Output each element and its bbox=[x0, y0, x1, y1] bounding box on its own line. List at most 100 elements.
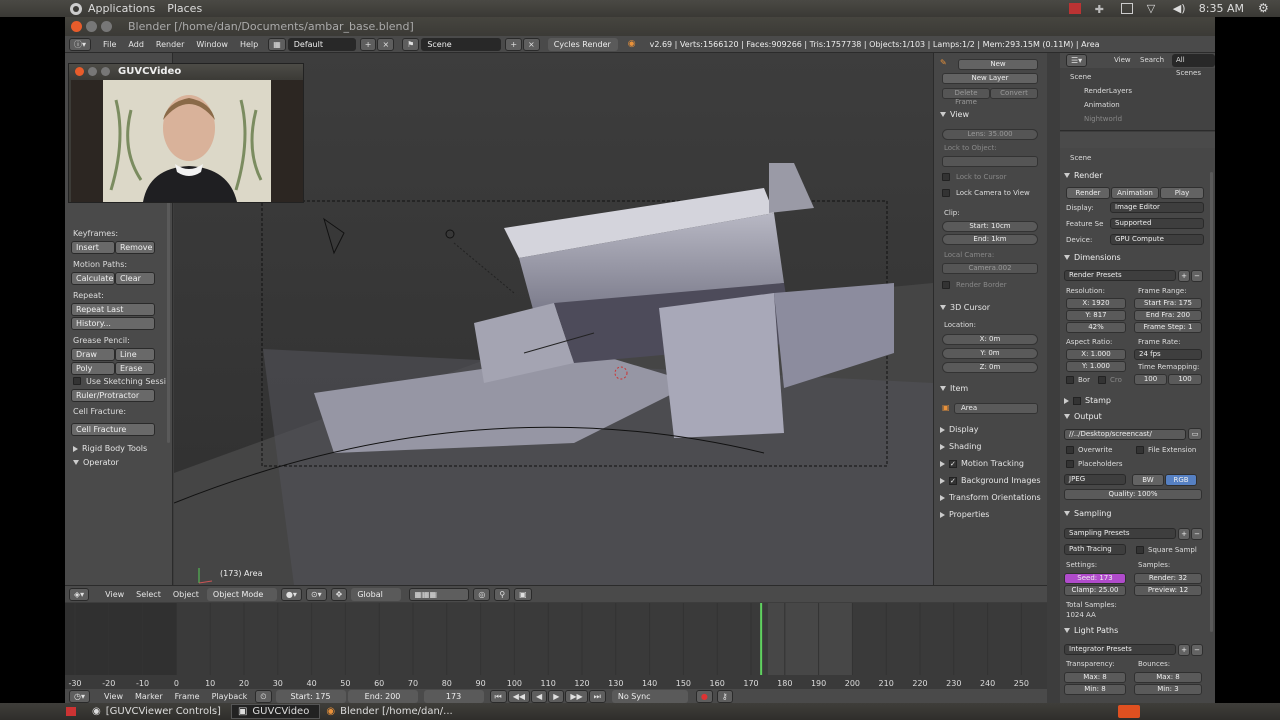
prev-keyframe-icon[interactable]: ◀◀ bbox=[507, 689, 531, 703]
properties-scrollbar[interactable] bbox=[1210, 172, 1213, 632]
path-tracing-select[interactable]: Path Tracing bbox=[1064, 544, 1126, 555]
rgb-toggle[interactable]: RGB bbox=[1165, 474, 1197, 486]
output-path-field[interactable]: //../Desktop/screencast/ bbox=[1064, 429, 1186, 440]
stamp-checkbox[interactable] bbox=[1073, 396, 1081, 405]
file-extension-checkbox[interactable] bbox=[1136, 446, 1144, 454]
remove-screen-icon[interactable]: × bbox=[377, 37, 395, 51]
draw-button[interactable]: Draw bbox=[71, 348, 115, 361]
add-sampling-preset-icon[interactable]: + bbox=[1178, 528, 1190, 540]
next-keyframe-icon[interactable]: ▶▶ bbox=[565, 689, 588, 703]
indicator-flag-icon[interactable] bbox=[1068, 3, 1081, 14]
webcam-close-icon[interactable] bbox=[75, 67, 84, 76]
new-layer-button[interactable]: New Layer bbox=[942, 73, 1038, 84]
record-icon[interactable]: ● bbox=[695, 689, 713, 703]
playback-menu[interactable]: Playback bbox=[212, 692, 248, 701]
lock-object-field[interactable] bbox=[942, 156, 1038, 167]
local-camera-field[interactable]: Camera.002 bbox=[942, 263, 1038, 274]
guvcvideo-window[interactable]: GUVCVideo bbox=[68, 63, 304, 203]
outliner-filter-select[interactable]: All Scenes bbox=[1172, 54, 1215, 77]
stamp-panel-header[interactable]: Stamp bbox=[1064, 396, 1111, 405]
resolution-x-field[interactable]: X: 1920 bbox=[1066, 298, 1126, 309]
task-guvcvideo[interactable]: ▣ GUVCVideo bbox=[230, 704, 321, 719]
crop-checkbox[interactable] bbox=[1098, 376, 1106, 384]
bw-toggle[interactable]: BW bbox=[1132, 474, 1164, 486]
clamp-field[interactable]: Clamp: 25.00 bbox=[1064, 585, 1126, 596]
transparency-max-field[interactable]: Max: 8 bbox=[1064, 672, 1126, 683]
play-reverse-icon[interactable]: ◀ bbox=[531, 689, 548, 703]
bounces-min-field[interactable]: Min: 3 bbox=[1134, 684, 1202, 695]
square-samples-checkbox[interactable] bbox=[1136, 546, 1144, 554]
preview-range-icon[interactable]: ⏲ bbox=[255, 689, 272, 703]
frame-step-field[interactable]: Frame Step: 1 bbox=[1134, 322, 1202, 333]
render-engine-select[interactable]: Cycles Render bbox=[547, 37, 618, 51]
remap-old-field[interactable]: 100 bbox=[1134, 374, 1167, 385]
scene-field[interactable]: Scene bbox=[421, 37, 502, 51]
render-border-checkbox[interactable] bbox=[942, 281, 950, 289]
add-scene-icon[interactable]: + bbox=[505, 37, 523, 51]
transform-orientations-panel-header[interactable]: Transform Orientations bbox=[940, 493, 1041, 502]
cursor-x-field[interactable]: X: 0m bbox=[942, 334, 1038, 345]
task-guvcviewer-controls[interactable]: ◉ [GUVCViewer Controls] bbox=[86, 704, 231, 719]
interaction-mode-select[interactable]: Object Mode bbox=[206, 587, 277, 601]
scene-icon[interactable]: ⚑ bbox=[402, 37, 420, 51]
transform-orientation-select[interactable]: Global bbox=[351, 587, 402, 601]
end-frame-field[interactable]: End Fra: 200 bbox=[1134, 310, 1202, 321]
lens-field[interactable]: Lens: 35.000 bbox=[942, 129, 1038, 140]
view3d-editor-type-icon[interactable]: ◈▾ bbox=[69, 587, 90, 601]
preview-samples-field[interactable]: Preview: 12 bbox=[1134, 585, 1202, 596]
sampling-panel-header[interactable]: Sampling bbox=[1064, 509, 1111, 518]
outliner-search-menu[interactable]: Search bbox=[1140, 56, 1164, 64]
end-frame-field[interactable]: End: 200 bbox=[347, 689, 418, 703]
rigid-body-tools-panel[interactable]: Rigid Body Tools bbox=[73, 444, 147, 453]
view-panel-header[interactable]: View bbox=[940, 110, 969, 119]
poly-button[interactable]: Poly bbox=[71, 362, 115, 375]
timeline[interactable]: -30 -20 -10 0 10 20 30 40 50 60 70 80 90 100 110 120 130… bbox=[65, 603, 1047, 689]
lock-to-cursor-checkbox[interactable] bbox=[942, 173, 950, 181]
3d-cursor-panel-header[interactable]: 3D Cursor bbox=[940, 303, 990, 312]
power-gear-icon[interactable]: ⚙ bbox=[1258, 2, 1270, 14]
manipulator-icon[interactable]: ✥ bbox=[330, 587, 348, 601]
remove-integrator-preset-icon[interactable]: − bbox=[1191, 644, 1203, 656]
clip-end-field[interactable]: End: 1km bbox=[942, 234, 1038, 245]
resolution-percent-field[interactable]: 42% bbox=[1066, 322, 1126, 333]
calculate-button[interactable]: Calculate bbox=[71, 272, 115, 285]
convert-button[interactable]: Convert bbox=[990, 88, 1038, 99]
frame-rate-select[interactable]: 24 fps bbox=[1134, 349, 1202, 360]
ubuntu-logo-icon[interactable] bbox=[70, 2, 82, 15]
resolution-y-field[interactable]: Y: 817 bbox=[1066, 310, 1126, 321]
grease-new-button[interactable]: New bbox=[958, 59, 1038, 70]
render-panel-header[interactable]: Render bbox=[1064, 171, 1102, 180]
jump-start-icon[interactable]: ⏮ bbox=[489, 689, 507, 703]
item-name-field[interactable]: Area bbox=[954, 403, 1038, 414]
properties-context-tabs[interactable] bbox=[1060, 132, 1215, 148]
display-panel-header[interactable]: Display bbox=[940, 425, 979, 434]
sync-mode-select[interactable]: No Sync bbox=[611, 689, 688, 703]
outliner-item-scene[interactable]: Scene bbox=[1070, 73, 1091, 81]
background-images-panel-header[interactable]: ✓ Background Images bbox=[940, 476, 1041, 485]
remove-keyframe-button[interactable]: Remove bbox=[115, 241, 155, 254]
wifi-icon[interactable]: ▽ bbox=[1147, 3, 1159, 14]
clock[interactable]: 8:35 AM bbox=[1199, 2, 1244, 15]
outliner-editor-type-icon[interactable]: ☰▾ bbox=[1066, 54, 1088, 67]
editor-type-icon[interactable]: ⓘ▾ bbox=[69, 37, 92, 51]
select-menu[interactable]: Select bbox=[136, 590, 161, 599]
ruler-protractor-button[interactable]: Ruler/Protractor bbox=[71, 389, 155, 402]
menu-window[interactable]: Window bbox=[196, 40, 228, 49]
folder-icon[interactable]: ▭ bbox=[1188, 428, 1202, 440]
properties-panel-header[interactable]: Properties bbox=[940, 510, 989, 519]
show-desktop-icon[interactable] bbox=[66, 707, 76, 716]
timeline-editor-type-icon[interactable]: ◷▾ bbox=[69, 689, 90, 703]
render-preview-icon[interactable]: ▣ bbox=[514, 587, 532, 601]
placeholders-checkbox[interactable] bbox=[1066, 460, 1074, 468]
webcam-minimize-icon[interactable] bbox=[88, 67, 97, 76]
quality-field[interactable]: Quality: 100% bbox=[1064, 489, 1202, 500]
viewport-shading-icon[interactable]: ●▾ bbox=[280, 587, 302, 601]
display-select[interactable]: Image Editor bbox=[1110, 202, 1204, 213]
add-screen-icon[interactable]: + bbox=[359, 37, 377, 51]
outliner-item-nightworld[interactable]: Nightworld bbox=[1084, 115, 1122, 123]
use-sketching-checkbox[interactable] bbox=[73, 377, 81, 385]
line-button[interactable]: Line bbox=[115, 348, 155, 361]
feature-set-select[interactable]: Supported bbox=[1110, 218, 1204, 229]
screen-layout-field[interactable]: Default bbox=[287, 37, 356, 51]
repeat-last-button[interactable]: Repeat Last bbox=[71, 303, 155, 316]
